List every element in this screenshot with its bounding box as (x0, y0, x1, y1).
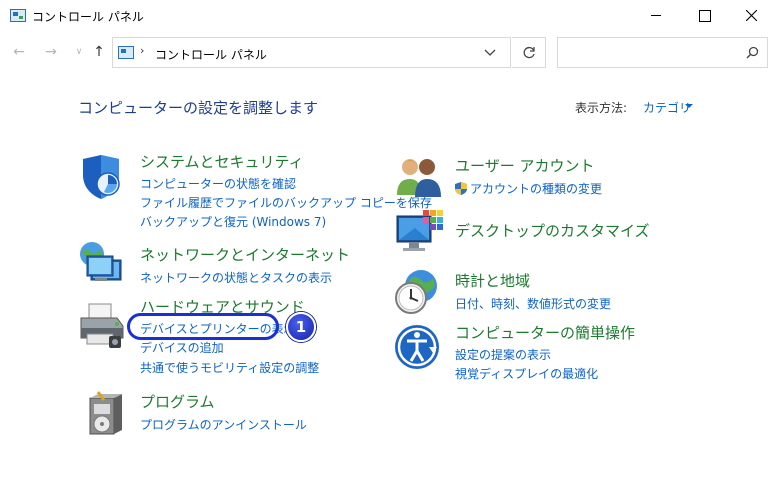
breadcrumb-control-panel[interactable]: コントロール パネル (155, 46, 267, 63)
view-by-dropdown[interactable]: カテゴリ (643, 99, 691, 116)
category-programs[interactable]: プログラム (140, 391, 215, 412)
arrow-right-icon: → (45, 44, 57, 60)
link-file-history-backup[interactable]: ファイル履歴でファイルのバックアップ コピーを保存 (140, 194, 432, 211)
step-number-badge: 1 (286, 312, 316, 342)
network-globe-icon[interactable] (77, 240, 125, 288)
navigation-bar: ← → ∨ ↑ › コントロール パネル (0, 31, 780, 76)
category-clock-region[interactable]: 時計と地域 (455, 270, 530, 291)
page-title: コンピューターの設定を調整します (78, 99, 319, 117)
recent-locations-button[interactable]: ∨ (70, 43, 88, 61)
link-uninstall-program[interactable]: プログラムのアンインストール (140, 416, 307, 433)
title-bar: コントロール パネル (0, 0, 780, 31)
search-box[interactable] (557, 37, 768, 68)
category-system-security[interactable]: システムとセキュリティ (140, 151, 304, 172)
forward-button[interactable]: → (42, 43, 60, 61)
up-button[interactable]: ↑ (90, 43, 108, 61)
category-network-internet[interactable]: ネットワークとインターネット (140, 244, 350, 265)
link-check-computer-status[interactable]: コンピューターの状態を確認 (140, 175, 296, 192)
category-user-accounts[interactable]: ユーザー アカウント (455, 155, 594, 176)
chevron-down-icon[interactable] (483, 48, 497, 58)
link-suggested-settings[interactable]: 設定の提案の表示 (455, 346, 551, 363)
caret-down-icon[interactable] (685, 104, 693, 108)
maximize-button[interactable] (681, 0, 727, 31)
desktop-customize-icon[interactable] (395, 208, 443, 256)
search-icon[interactable] (746, 46, 759, 59)
link-change-account-type[interactable]: アカウントの種類の変更 (455, 180, 602, 197)
security-shield-icon[interactable] (77, 153, 125, 201)
arrow-up-icon: ↑ (93, 44, 105, 60)
window-title: コントロール パネル (32, 10, 144, 24)
chevron-down-icon: ∨ (75, 47, 83, 57)
printer-icon[interactable] (77, 302, 125, 350)
link-network-status[interactable]: ネットワークの状態とタスクの表示 (140, 269, 332, 286)
close-button[interactable] (728, 0, 774, 31)
back-button[interactable]: ← (10, 43, 28, 61)
close-icon (746, 10, 757, 21)
refresh-icon (523, 46, 535, 59)
user-accounts-icon[interactable] (395, 153, 443, 201)
control-panel-icon (10, 9, 26, 22)
arrow-left-icon: ← (13, 44, 25, 60)
breadcrumb-separator[interactable]: › (140, 44, 144, 57)
category-desktop-customize[interactable]: デスクトップのカスタマイズ (455, 220, 650, 241)
link-mobility-settings[interactable]: 共通で使うモビリティ設定の調整 (140, 359, 319, 376)
link-backup-restore[interactable]: バックアップと復元 (Windows 7) (140, 213, 326, 230)
link-change-account-type-label[interactable]: アカウントの種類の変更 (470, 182, 602, 196)
link-optimize-display[interactable]: 視覚ディスプレイの最適化 (455, 365, 598, 382)
view-by-label: 表示方法: (575, 101, 628, 115)
refresh-button[interactable] (512, 37, 546, 68)
minimize-button[interactable] (633, 0, 679, 31)
link-add-device[interactable]: デバイスの追加 (140, 339, 224, 356)
clock-globe-icon[interactable] (393, 268, 441, 316)
search-input[interactable] (564, 44, 734, 62)
programs-icon[interactable] (84, 390, 132, 438)
address-bar[interactable]: › コントロール パネル (112, 37, 511, 68)
uac-shield-icon (455, 182, 467, 195)
highlight-annotation (127, 313, 279, 340)
control-panel-icon (118, 46, 134, 59)
category-ease-of-access[interactable]: コンピューターの簡単操作 (455, 322, 635, 343)
ease-of-access-icon[interactable] (393, 323, 441, 371)
link-date-time-format[interactable]: 日付、時刻、数値形式の変更 (455, 295, 611, 312)
